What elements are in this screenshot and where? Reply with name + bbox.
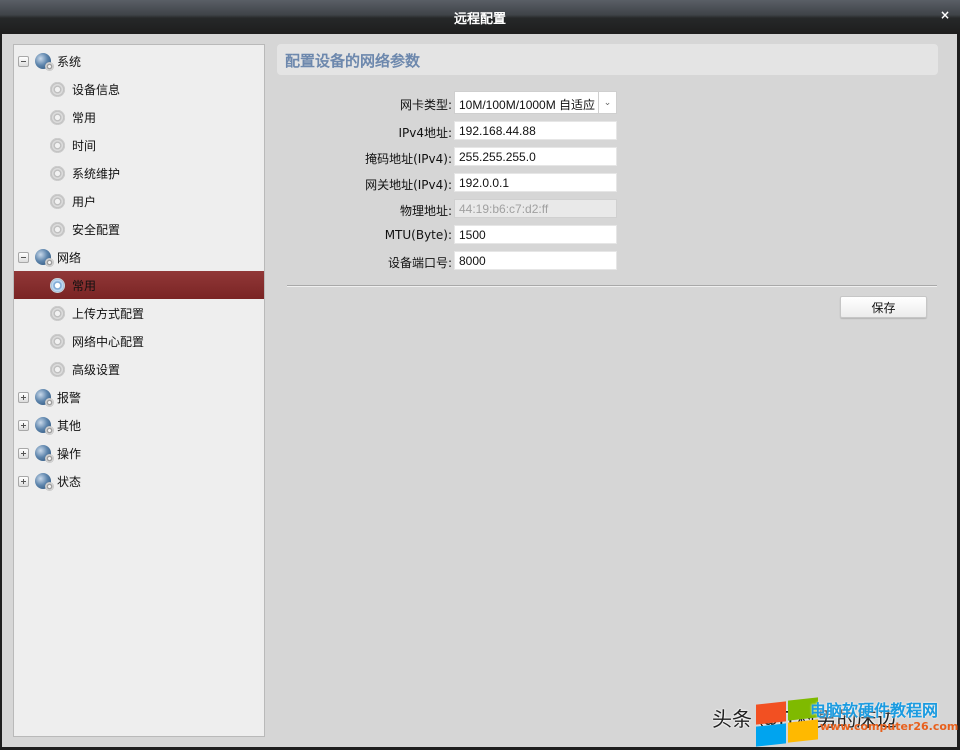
gateway-row: 网关地址(IPv4): [282,173,622,195]
tree-item-advanced[interactable]: 高级设置 [14,355,264,383]
tree-group-system[interactable]: 系统 [14,47,264,75]
save-button[interactable]: 保存 [840,296,927,318]
tree-item-network-center[interactable]: 网络中心配置 [14,327,264,355]
gear-icon [50,305,65,321]
mac-row: 物理地址: [282,199,622,221]
window-title: 远程配置 [453,12,506,27]
tree-item-device-info[interactable]: 设备信息 [14,75,264,103]
device-port-input[interactable] [454,251,617,270]
gear-icon [50,165,65,181]
tree-item-label: 常用 [72,278,97,293]
ipv4-row: IPv4地址: [282,121,622,143]
gear-icon [50,137,65,153]
config-tree: 系统 设备信息 常用 时间 系统维护 用户 安全配置 网络 常用 上传方式配置 … [13,44,265,737]
gear-icon [50,193,65,209]
expand-toggle-icon[interactable] [18,475,29,487]
globe-gear-icon [35,389,54,407]
ipv4-label: IPv4地址: [398,126,452,140]
expand-toggle-icon[interactable] [18,391,29,403]
tree-group-label: 状态 [57,474,82,489]
gear-icon [50,81,65,97]
mask-row: 掩码地址(IPv4): [282,147,622,169]
tree-group-alarm[interactable]: 报警 [14,383,264,411]
nic-type-label: 网卡类型: [399,98,452,112]
globe-gear-icon [35,249,54,267]
mask-label: 掩码地址(IPv4): [365,152,452,166]
tree-item-label: 安全配置 [72,222,121,237]
port-row: 设备端口号: [282,251,622,273]
nic-type-row: 网卡类型: 10M/100M/1000M 自适应 ⌄ [282,91,622,115]
tree-item-label: 网络中心配置 [72,334,145,349]
collapse-toggle-icon[interactable] [18,251,29,263]
tree-item-system-maintenance[interactable]: 系统维护 [14,159,264,187]
mtu-row: MTU(Byte): [282,225,622,247]
title-bar[interactable]: 远程配置 × [0,0,960,33]
tree-item-time[interactable]: 时间 [14,131,264,159]
tree-item-label: 高级设置 [72,362,121,377]
globe-gear-icon [35,445,54,463]
tree-group-label: 系统 [57,54,82,69]
chevron-down-icon[interactable]: ⌄ [598,92,616,113]
globe-gear-icon [35,473,54,491]
mac-label: 物理地址: [399,204,452,218]
window-client-area: 系统 设备信息 常用 时间 系统维护 用户 安全配置 网络 常用 上传方式配置 … [2,33,957,747]
globe-gear-icon [35,53,54,71]
tree-group-label: 操作 [57,446,82,461]
tree-group-network[interactable]: 网络 [14,243,264,271]
port-label: 设备端口号: [387,256,452,270]
collapse-toggle-icon[interactable] [18,55,29,67]
mac-address-input [454,199,617,218]
gear-icon [50,221,65,237]
tree-item-upload-mode[interactable]: 上传方式配置 [14,299,264,327]
nic-type-select[interactable]: 10M/100M/1000M 自适应 ⌄ [454,91,617,114]
gear-icon [50,277,65,293]
tree-group-label: 其他 [57,418,82,433]
gateway-label: 网关地址(IPv4): [365,178,452,192]
gear-icon [50,361,65,377]
remote-config-window: 远程配置 × 系统 设备信息 常用 时间 系统维护 用户 安全配置 网络 常用 … [0,0,960,750]
nic-type-value: 10M/100M/1000M 自适应 [459,98,596,112]
tree-item-system-general[interactable]: 常用 [14,103,264,131]
close-button[interactable]: × [939,9,951,21]
section-header: 配置设备的网络参数 [277,44,938,75]
expand-toggle-icon[interactable] [18,419,29,431]
tree-item-label: 用户 [72,194,97,209]
gear-icon [50,333,65,349]
form-divider [287,285,937,287]
mtu-input[interactable] [454,225,617,244]
tree-item-label: 设备信息 [72,82,121,97]
tree-item-label: 常用 [72,110,97,125]
tree-group-label: 网络 [57,250,82,265]
tree-item-label: 系统维护 [72,166,121,181]
section-title: 配置设备的网络参数 [285,52,421,70]
globe-gear-icon [35,417,54,435]
ipv4-address-input[interactable] [454,121,617,140]
tree-item-security[interactable]: 安全配置 [14,215,264,243]
tree-group-status[interactable]: 状态 [14,467,264,495]
tree-item-users[interactable]: 用户 [14,187,264,215]
subnet-mask-input[interactable] [454,147,617,166]
mtu-label: MTU(Byte): [384,228,452,242]
gateway-input[interactable] [454,173,617,192]
gear-icon [50,109,65,125]
expand-toggle-icon[interactable] [18,447,29,459]
tree-item-label: 时间 [72,138,97,153]
tree-group-operation[interactable]: 操作 [14,439,264,467]
tree-item-label: 上传方式配置 [72,306,145,321]
tree-group-other[interactable]: 其他 [14,411,264,439]
tree-item-network-general[interactable]: 常用 [14,271,264,299]
tree-group-label: 报警 [57,390,82,405]
